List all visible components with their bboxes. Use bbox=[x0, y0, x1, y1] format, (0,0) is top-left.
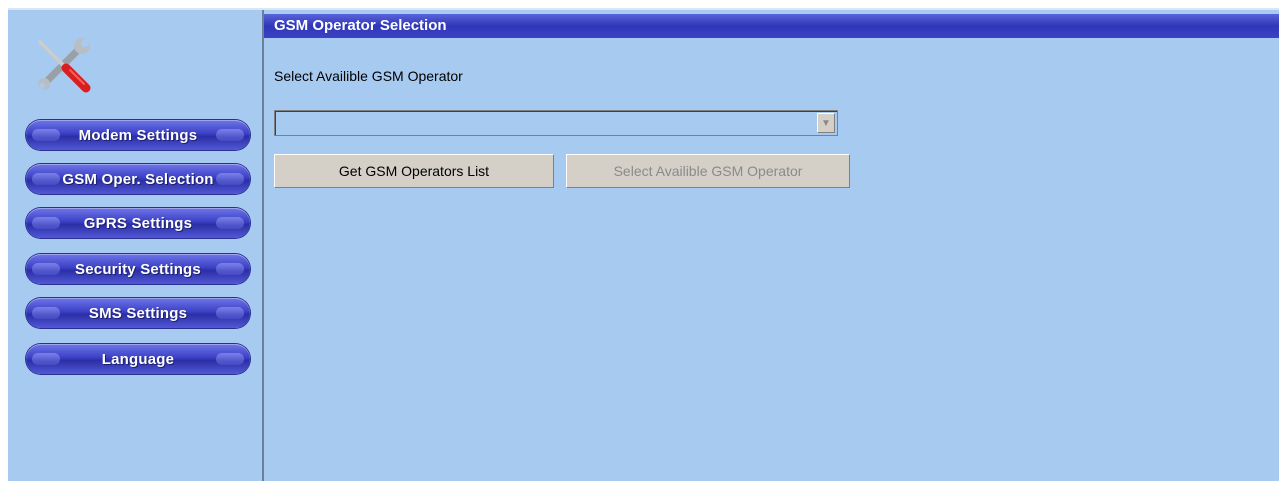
chevron-down-icon[interactable]: ▼ bbox=[817, 113, 835, 133]
sidebar: Modem Settings GSM Oper. Selection GPRS … bbox=[8, 10, 264, 481]
operator-label: Select Availible GSM Operator bbox=[274, 68, 463, 84]
operator-combobox[interactable]: ▼ bbox=[274, 110, 838, 136]
nav-label: SMS Settings bbox=[88, 304, 188, 322]
nav-security-settings[interactable]: Security Settings bbox=[26, 254, 250, 284]
nav-label: GPRS Settings bbox=[83, 214, 193, 232]
select-operator-button[interactable]: Select Availible GSM Operator bbox=[566, 154, 850, 188]
nav-sms-settings[interactable]: SMS Settings bbox=[26, 298, 250, 328]
panel-title: GSM Operator Selection bbox=[264, 14, 1279, 38]
nav-label: Language bbox=[101, 350, 175, 368]
nav-gsm-oper-selection[interactable]: GSM Oper. Selection bbox=[26, 164, 250, 194]
nav-modem-settings[interactable]: Modem Settings bbox=[26, 120, 250, 150]
nav-gprs-settings[interactable]: GPRS Settings bbox=[26, 208, 250, 238]
tools-icon bbox=[32, 32, 96, 96]
nav-label: Security Settings bbox=[75, 260, 201, 278]
main-panel: GSM Operator Selection Select Availible … bbox=[264, 10, 1279, 481]
nav-label: GSM Oper. Selection bbox=[62, 170, 214, 188]
app-frame: Modem Settings GSM Oper. Selection GPRS … bbox=[8, 8, 1279, 481]
nav-language[interactable]: Language bbox=[26, 344, 250, 374]
get-operators-button[interactable]: Get GSM Operators List bbox=[274, 154, 554, 188]
nav-label: Modem Settings bbox=[78, 126, 198, 144]
